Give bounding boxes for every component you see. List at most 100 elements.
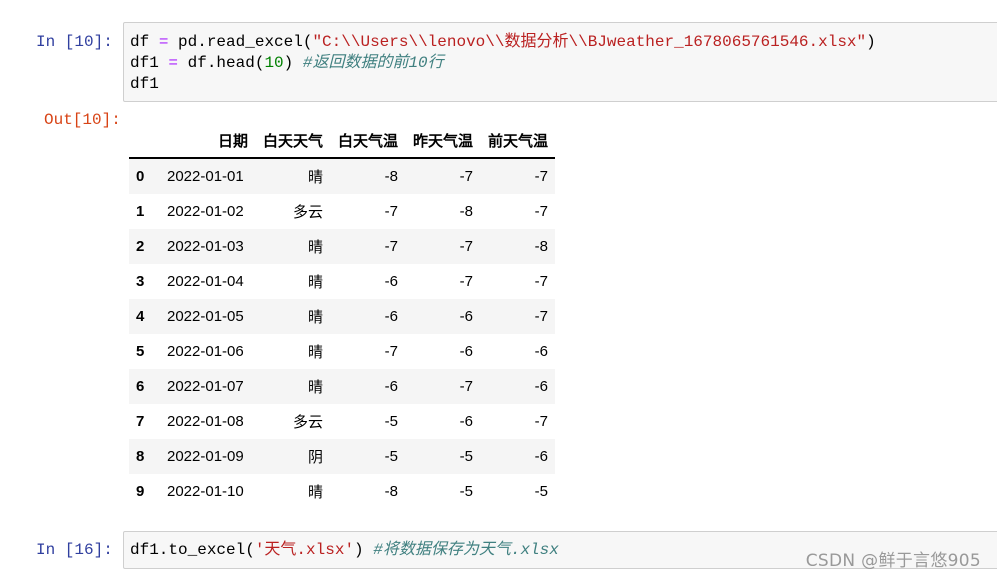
- daybefore-temp-cell: -7: [534, 168, 548, 185]
- code-token: df1: [130, 75, 159, 93]
- code-token: df: [130, 33, 159, 51]
- column-header-yesterday-temp: 昨天气温: [405, 124, 480, 159]
- input-prompt-16: In [16]:: [36, 541, 113, 559]
- code-token: df1: [130, 54, 169, 72]
- date-cell: 2022-01-05: [167, 308, 244, 325]
- column-header-day-temp: 白天气温: [330, 124, 405, 159]
- row-index: 2: [136, 238, 145, 255]
- column-header-index: [129, 124, 160, 159]
- daybefore-temp-cell: -8: [534, 238, 548, 255]
- daybefore-temp-cell: -7: [534, 413, 548, 430]
- day-weather-cell: 多云: [292, 414, 323, 431]
- yesterday-temp-cell: -5: [459, 448, 473, 465]
- date-cell: 2022-01-04: [167, 273, 244, 290]
- table-row: 2 2022-01-03 晴 -7 -7 -8: [129, 229, 555, 264]
- code-token: df.head(: [178, 54, 265, 72]
- day-temp-cell: -5: [384, 413, 398, 430]
- day-weather-cell: 晴: [307, 344, 323, 361]
- row-index: 0: [136, 168, 145, 185]
- table-row: 3 2022-01-04 晴 -6 -7 -7: [129, 264, 555, 299]
- code-token: 10: [264, 54, 284, 72]
- day-temp-cell: -7: [384, 203, 398, 220]
- day-weather-cell: 晴: [307, 484, 323, 501]
- code-line: df1 = df.head(10) #返回数据的前10行: [130, 53, 876, 74]
- dataframe-header-row: 日期 白天天气 白天气温 昨天气温 前天气温: [129, 124, 555, 159]
- day-weather-cell: 阴: [307, 449, 323, 466]
- table-row: 6 2022-01-07 晴 -6 -7 -6: [129, 369, 555, 404]
- daybefore-temp-cell: -5: [534, 483, 548, 500]
- date-cell: 2022-01-09: [167, 448, 244, 465]
- daybefore-temp-cell: -6: [534, 448, 548, 465]
- row-index: 3: [136, 273, 145, 290]
- day-weather-cell: 晴: [307, 239, 323, 256]
- code-token: "C:\\Users\\lenovo\\数据分析\\BJweather_1678…: [312, 33, 867, 51]
- row-index: 7: [136, 413, 145, 430]
- code-token: #将数据保存为天气.xlsx: [373, 541, 559, 559]
- code-line: df = pd.read_excel("C:\\Users\\lenovo\\数…: [130, 32, 876, 53]
- date-cell: 2022-01-02: [167, 203, 244, 220]
- date-cell: 2022-01-06: [167, 343, 244, 360]
- code-token: ): [866, 33, 876, 51]
- yesterday-temp-cell: -5: [459, 483, 473, 500]
- day-temp-cell: -5: [384, 448, 398, 465]
- code-token: =: [158, 33, 169, 51]
- yesterday-temp-cell: -7: [459, 273, 473, 290]
- day-temp-cell: -8: [384, 168, 398, 185]
- row-index: 9: [136, 483, 145, 500]
- code-token: =: [168, 54, 179, 72]
- day-temp-cell: -6: [384, 273, 398, 290]
- code-line: df1: [130, 74, 876, 95]
- column-header-daybefore-temp: 前天气温: [480, 124, 555, 159]
- date-cell: 2022-01-10: [167, 483, 244, 500]
- code-token: ): [354, 541, 374, 559]
- row-index: 5: [136, 343, 145, 360]
- yesterday-temp-cell: -6: [459, 308, 473, 325]
- day-temp-cell: -7: [384, 343, 398, 360]
- day-temp-cell: -7: [384, 238, 398, 255]
- daybefore-temp-cell: -7: [534, 308, 548, 325]
- yesterday-temp-cell: -8: [459, 203, 473, 220]
- date-cell: 2022-01-08: [167, 413, 244, 430]
- column-header-day-weather: 白天天气: [255, 124, 330, 159]
- row-index: 6: [136, 378, 145, 395]
- csdn-watermark: CSDN @鲜于言悠905: [805, 551, 981, 571]
- table-row: 8 2022-01-09 阴 -5 -5 -6: [129, 439, 555, 474]
- table-row: 9 2022-01-10 晴 -8 -5 -5: [129, 474, 555, 509]
- dataframe-output: 日期 白天天气 白天气温 昨天气温 前天气温 0 2022-01-01 晴 -8 -7 -…: [129, 124, 555, 509]
- yesterday-temp-cell: -7: [459, 238, 473, 255]
- date-cell: 2022-01-07: [167, 378, 244, 395]
- table-row: 5 2022-01-06 晴 -7 -6 -6: [129, 334, 555, 369]
- code-editor-16[interactable]: df1.to_excel('天气.xlsx') #将数据保存为天气.xlsx: [130, 540, 559, 561]
- yesterday-temp-cell: -7: [459, 378, 473, 395]
- yesterday-temp-cell: -7: [459, 168, 473, 185]
- table-row: 0 2022-01-01 晴 -8 -7 -7: [129, 158, 555, 194]
- code-token: pd.read_excel(: [168, 33, 313, 51]
- table-row: 1 2022-01-02 多云 -7 -8 -7: [129, 194, 555, 229]
- table-row: 7 2022-01-08 多云 -5 -6 -7: [129, 404, 555, 439]
- row-index: 1: [136, 203, 145, 220]
- day-weather-cell: 晴: [307, 309, 323, 326]
- daybefore-temp-cell: -6: [534, 378, 548, 395]
- day-weather-cell: 晴: [307, 169, 323, 186]
- day-weather-cell: 多云: [292, 204, 323, 221]
- day-weather-cell: 晴: [307, 379, 323, 396]
- column-header-date: 日期: [160, 124, 255, 159]
- daybefore-temp-cell: -7: [534, 203, 548, 220]
- input-prompt-10: In [10]:: [36, 33, 113, 51]
- code-line: df1.to_excel('天气.xlsx') #将数据保存为天气.xlsx: [130, 540, 559, 561]
- code-token: #返回数据的前10行: [302, 54, 444, 72]
- daybefore-temp-cell: -6: [534, 343, 548, 360]
- row-index: 8: [136, 448, 145, 465]
- day-weather-cell: 晴: [307, 274, 323, 291]
- table-row: 4 2022-01-05 晴 -6 -6 -7: [129, 299, 555, 334]
- yesterday-temp-cell: -6: [459, 343, 473, 360]
- daybefore-temp-cell: -7: [534, 273, 548, 290]
- code-editor-10[interactable]: df = pd.read_excel("C:\\Users\\lenovo\\数…: [130, 32, 876, 95]
- yesterday-temp-cell: -6: [459, 413, 473, 430]
- code-cell-10[interactable]: df = pd.read_excel("C:\\Users\\lenovo\\数…: [123, 22, 997, 102]
- code-token: ): [283, 54, 303, 72]
- row-index: 4: [136, 308, 145, 325]
- day-temp-cell: -6: [384, 378, 398, 395]
- code-token: df1.to_excel(: [130, 541, 255, 559]
- day-temp-cell: -6: [384, 308, 398, 325]
